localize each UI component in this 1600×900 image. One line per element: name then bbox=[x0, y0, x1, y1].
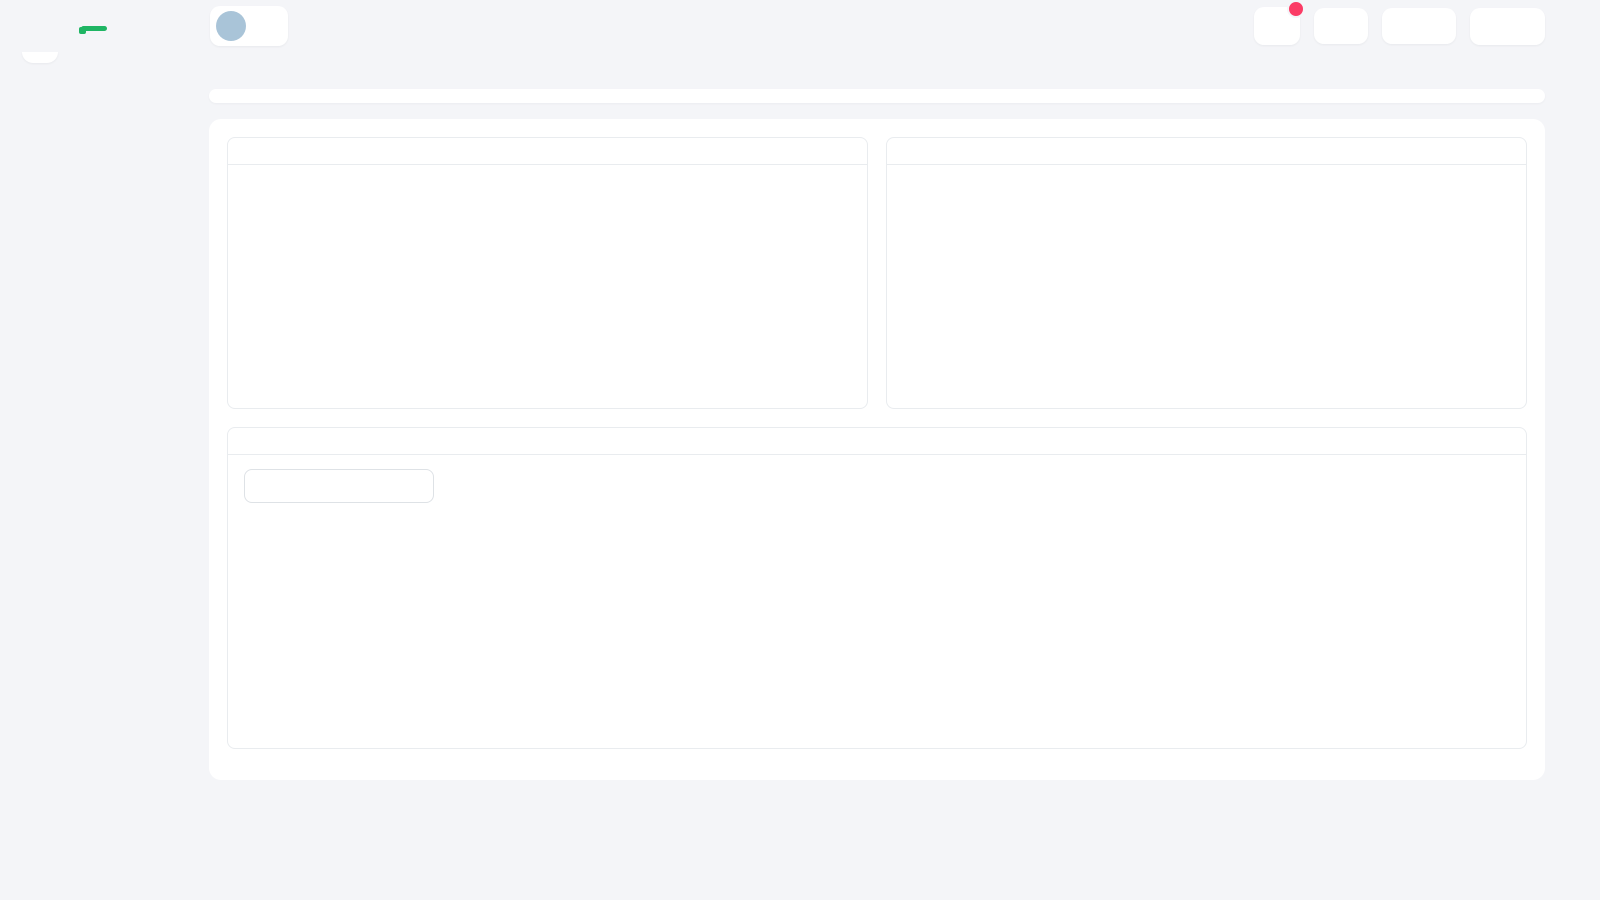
week-leads-card-title bbox=[228, 138, 867, 165]
create-workspace-button[interactable] bbox=[1314, 8, 1368, 44]
monthly-card bbox=[227, 427, 1527, 749]
current-workspace-pill[interactable] bbox=[210, 6, 288, 46]
monthly-bar-chart bbox=[244, 509, 1510, 739]
week-leads-chart-body bbox=[228, 165, 867, 403]
chevron-down-icon bbox=[409, 480, 421, 492]
building-icon bbox=[223, 18, 240, 35]
logo-accent-bar bbox=[81, 26, 107, 31]
chevron-down-icon bbox=[1430, 20, 1442, 32]
sidebar bbox=[0, 52, 186, 900]
monthly-card-title bbox=[228, 428, 1526, 455]
language-selector[interactable] bbox=[1470, 8, 1545, 45]
app-logo[interactable] bbox=[0, 19, 186, 34]
report-panel bbox=[209, 119, 1545, 780]
grid-icon bbox=[1396, 17, 1414, 35]
sources-conversion-card bbox=[886, 137, 1527, 409]
sidebar-item-partial bbox=[22, 52, 58, 63]
sources-card-title bbox=[887, 138, 1526, 165]
messages-button[interactable] bbox=[1254, 7, 1300, 45]
workspace-switcher-button[interactable] bbox=[1382, 8, 1456, 44]
select-month-dropdown[interactable] bbox=[244, 469, 434, 503]
workspace-avatar bbox=[216, 11, 246, 41]
week-leads-card bbox=[227, 137, 868, 409]
plus-circle-icon bbox=[1328, 17, 1346, 35]
chevron-down-icon bbox=[1519, 20, 1531, 32]
week-leads-pie-chart bbox=[246, 177, 436, 367]
charts-row bbox=[227, 137, 1527, 409]
messages-badge bbox=[1287, 0, 1305, 18]
top-header bbox=[0, 0, 1600, 52]
main-content bbox=[186, 0, 1545, 780]
sidebar-nav bbox=[0, 63, 186, 80]
sources-chart-body bbox=[887, 165, 1526, 408]
globe-icon bbox=[1484, 17, 1503, 36]
chat-icon bbox=[1267, 16, 1287, 36]
report-tabs bbox=[209, 89, 1545, 103]
sources-bar-chart bbox=[887, 165, 1495, 403]
header-actions bbox=[1254, 7, 1545, 45]
monthly-card-body bbox=[228, 455, 1526, 748]
chevron-down-icon bbox=[264, 20, 276, 32]
